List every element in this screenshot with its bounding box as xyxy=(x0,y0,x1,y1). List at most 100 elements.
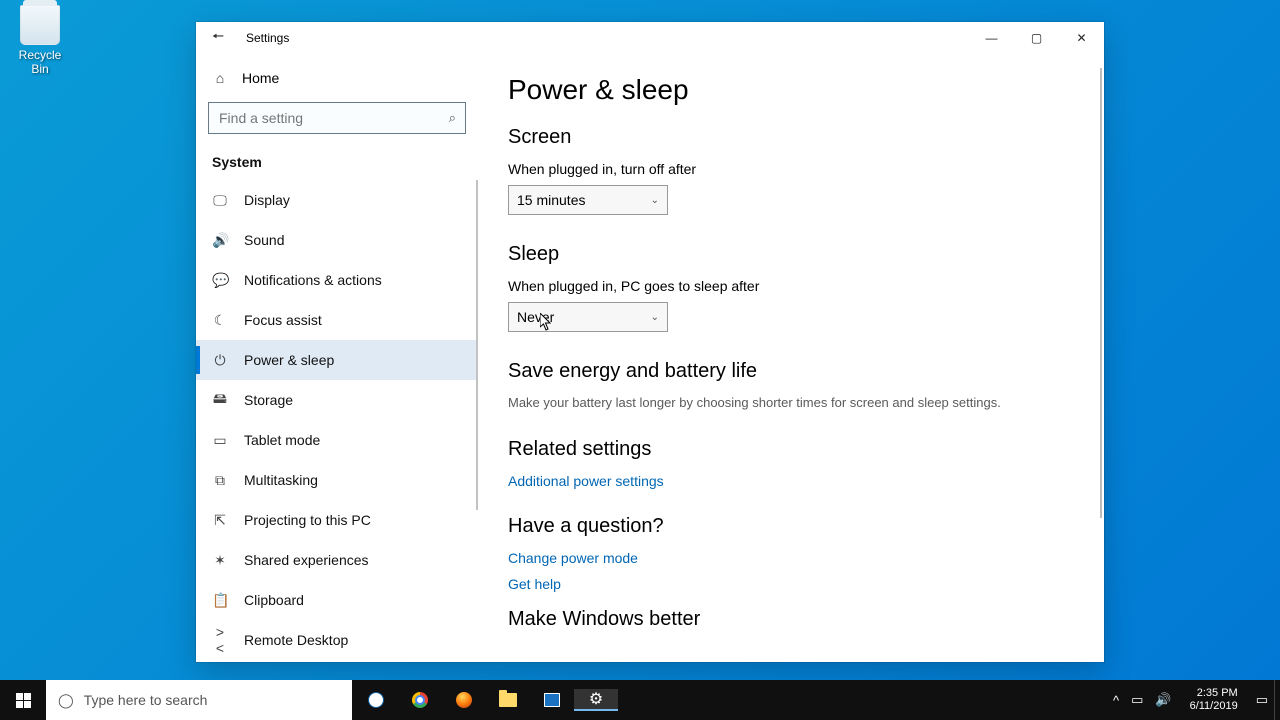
sidebar-icon: 🔊 xyxy=(212,232,228,249)
sidebar-icon: ⧉ xyxy=(212,472,228,489)
back-button[interactable]: 🠔 xyxy=(206,26,230,50)
taskbar-store[interactable] xyxy=(530,693,574,707)
sidebar-icon: ⏻ xyxy=(212,352,228,369)
search-icon: ◯ xyxy=(58,692,74,709)
recycle-bin-icon xyxy=(20,5,60,45)
sidebar-item-power-sleep[interactable]: ⏻ Power & sleep xyxy=(196,340,478,380)
sidebar-item-label: Tablet mode xyxy=(244,432,320,448)
sidebar-item-about[interactable]: ⓘAbout xyxy=(196,660,478,662)
taskbar-search[interactable]: ◯ Type here to search xyxy=(46,680,352,720)
sidebar-item-label: Remote Desktop xyxy=(244,632,348,648)
page-title: Power & sleep xyxy=(508,74,1074,106)
taskbar-clock[interactable]: 2:35 PM 6/11/2019 xyxy=(1184,687,1244,713)
recycle-bin[interactable]: Recycle Bin xyxy=(10,5,70,76)
search-icon: ⌕ xyxy=(449,110,456,126)
sidebar-icon: 💬 xyxy=(212,272,228,289)
volume-icon[interactable]: 🔊 xyxy=(1155,692,1171,708)
taskbar-chrome[interactable] xyxy=(398,692,442,708)
sidebar-item-clipboard[interactable]: 📋 Clipboard xyxy=(196,580,478,620)
tray-chevron-icon[interactable]: ^ xyxy=(1113,693,1119,708)
sidebar: ⌂ Home ⌕ System 🖵 Display 🔊 Sound 💬 Notificat… xyxy=(196,54,478,662)
taskbar-edge[interactable] xyxy=(354,692,398,708)
energy-heading: Save energy and battery life xyxy=(508,360,1074,383)
recycle-bin-label: Recycle Bin xyxy=(10,48,70,76)
taskbar-explorer[interactable] xyxy=(486,693,530,707)
sidebar-item-label: Power & sleep xyxy=(244,352,334,368)
sidebar-item-projecting-to-this-pc[interactable]: ⇱ Projecting to this PC xyxy=(196,500,478,540)
folder-icon xyxy=(499,693,517,707)
main-content: Power & sleep Screen When plugged in, tu… xyxy=(478,54,1104,662)
home-label: Home xyxy=(242,70,279,86)
chevron-down-icon: ⌄ xyxy=(651,312,659,323)
clock-date: 6/11/2019 xyxy=(1190,700,1238,713)
change-power-mode-link[interactable]: Change power mode xyxy=(508,550,638,566)
titlebar: 🠔 Settings — ▢ ✕ xyxy=(196,22,1104,54)
sidebar-item-label: Display xyxy=(244,192,290,208)
close-button[interactable]: ✕ xyxy=(1059,23,1104,53)
system-tray[interactable]: ^ ▭ 🔊 2:35 PM 6/11/2019 ▭ xyxy=(1107,680,1274,720)
search-input[interactable] xyxy=(208,102,466,134)
minimize-button[interactable]: — xyxy=(969,23,1014,53)
taskbar-search-placeholder: Type here to search xyxy=(84,692,208,708)
sidebar-section: System xyxy=(196,146,478,180)
sidebar-item-shared-experiences[interactable]: ✶ Shared experiences xyxy=(196,540,478,580)
screen-label: When plugged in, turn off after xyxy=(508,161,1074,177)
start-button[interactable] xyxy=(0,680,46,720)
maximize-button[interactable]: ▢ xyxy=(1014,23,1059,53)
sleep-timeout-value: Never xyxy=(517,309,554,325)
taskbar-settings[interactable]: ⚙ xyxy=(574,689,618,711)
sidebar-item-label: Shared experiences xyxy=(244,552,369,568)
sleep-label: When plugged in, PC goes to sleep after xyxy=(508,278,1074,294)
firefox-icon xyxy=(456,692,472,708)
sidebar-item-tablet-mode[interactable]: ▭ Tablet mode xyxy=(196,420,478,460)
sidebar-item-label: Storage xyxy=(244,392,293,408)
sidebar-item-focus-assist[interactable]: ☾ Focus assist xyxy=(196,300,478,340)
sidebar-item-label: Projecting to this PC xyxy=(244,512,371,528)
clock-time: 2:35 PM xyxy=(1190,687,1238,700)
additional-power-link[interactable]: Additional power settings xyxy=(508,473,664,489)
chrome-icon xyxy=(412,692,428,708)
sidebar-item-label: Clipboard xyxy=(244,592,304,608)
sleep-timeout-select[interactable]: Never ⌄ xyxy=(508,302,668,332)
screen-timeout-select[interactable]: 15 minutes ⌄ xyxy=(508,185,668,215)
network-icon[interactable]: ▭ xyxy=(1131,692,1143,708)
sidebar-icon: 🖴 xyxy=(212,388,228,412)
sidebar-icon: ✶ xyxy=(212,552,228,569)
sidebar-item-remote-desktop[interactable]: >< Remote Desktop xyxy=(196,620,478,660)
window-title: Settings xyxy=(246,31,289,45)
chevron-down-icon: ⌄ xyxy=(651,195,659,206)
sidebar-item-display[interactable]: 🖵 Display xyxy=(196,180,478,220)
sidebar-icon: 📋 xyxy=(212,592,228,609)
screen-timeout-value: 15 minutes xyxy=(517,192,585,208)
home-nav[interactable]: ⌂ Home xyxy=(196,60,478,96)
sidebar-icon: 🖵 xyxy=(212,192,228,209)
sidebar-item-label: Focus assist xyxy=(244,312,322,328)
sidebar-item-multitasking[interactable]: ⧉ Multitasking xyxy=(196,460,478,500)
sidebar-item-sound[interactable]: 🔊 Sound xyxy=(196,220,478,260)
notifications-icon[interactable]: ▭ xyxy=(1256,692,1268,708)
edge-icon xyxy=(368,692,384,708)
taskbar: ◯ Type here to search ⚙ ^ ▭ 🔊 2:35 PM 6/… xyxy=(0,680,1280,720)
sidebar-item-notifications-actions[interactable]: 💬 Notifications & actions xyxy=(196,260,478,300)
home-icon: ⌂ xyxy=(212,70,228,86)
sidebar-item-label: Multitasking xyxy=(244,472,318,488)
sidebar-item-label: Sound xyxy=(244,232,284,248)
sleep-heading: Sleep xyxy=(508,243,1074,266)
sidebar-item-label: Notifications & actions xyxy=(244,272,382,288)
store-icon xyxy=(544,693,560,707)
show-desktop[interactable] xyxy=(1274,680,1280,720)
get-help-link[interactable]: Get help xyxy=(508,576,561,592)
sidebar-item-storage[interactable]: 🖴 Storage xyxy=(196,380,478,420)
sidebar-icon: ▭ xyxy=(212,432,228,449)
related-heading: Related settings xyxy=(508,438,1074,461)
feedback-heading: Make Windows better xyxy=(508,608,1074,631)
taskbar-firefox[interactable] xyxy=(442,692,486,708)
sidebar-icon: ⇱ xyxy=(212,512,228,529)
gear-icon: ⚙ xyxy=(589,689,603,709)
sidebar-icon: ☾ xyxy=(212,312,228,329)
sidebar-list: 🖵 Display 🔊 Sound 💬 Notifications & actions ☾ F… xyxy=(196,180,478,662)
screen-heading: Screen xyxy=(508,126,1074,149)
settings-window: 🠔 Settings — ▢ ✕ ⌂ Home ⌕ System 🖵 Displa… xyxy=(196,22,1104,662)
sidebar-icon: >< xyxy=(212,624,228,656)
question-heading: Have a question? xyxy=(508,515,1074,538)
